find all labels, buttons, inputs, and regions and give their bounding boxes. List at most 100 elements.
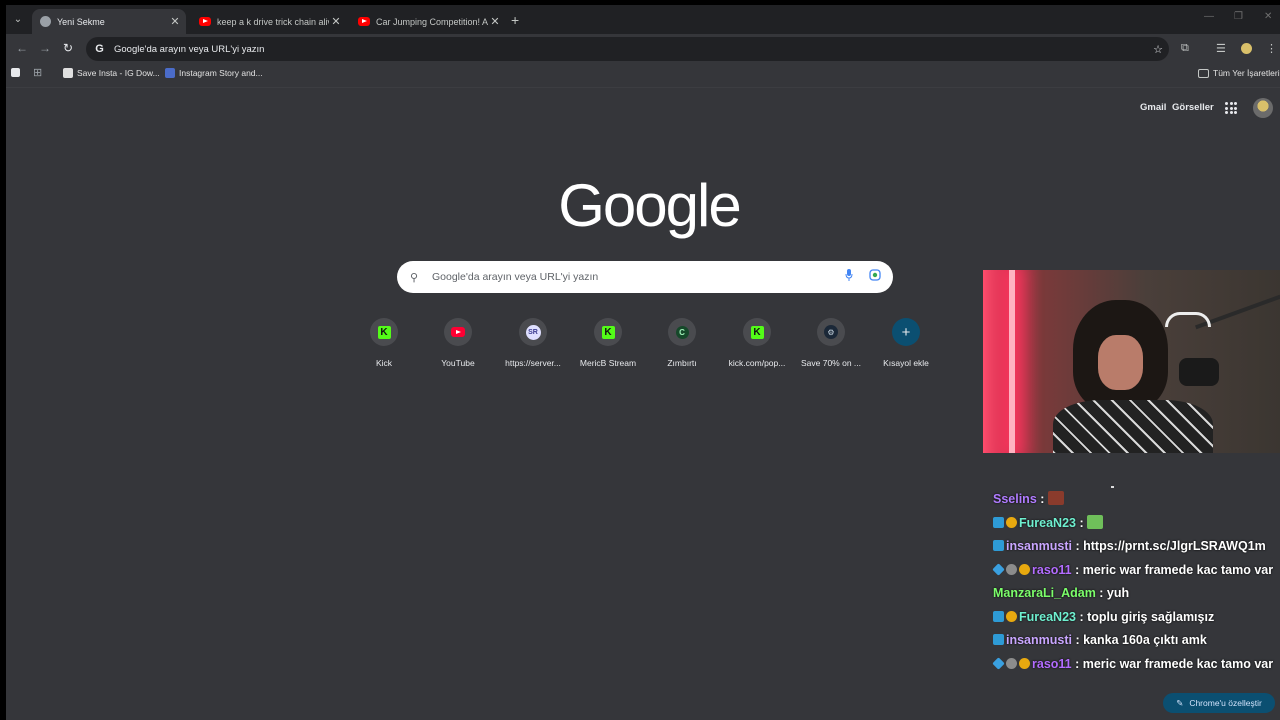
- shortcut-mericb-stream[interactable]: K MericB Stream: [571, 318, 645, 368]
- profile-icon[interactable]: [1241, 43, 1252, 54]
- shortcut-tile: K: [594, 318, 622, 346]
- chat-message: raso11 : meric war framede kac tamo var: [992, 560, 1280, 580]
- bookmark-favicon: [63, 68, 73, 78]
- media-controls-icon[interactable]: ☰: [1216, 42, 1226, 55]
- shortcut-youtube[interactable]: YouTube: [421, 318, 495, 368]
- search-box[interactable]: ⚲ Google'da arayın veya URL'yi yazın: [397, 261, 893, 293]
- chat-separator: :: [1072, 633, 1084, 647]
- chat-message: insanmusti : kanka 160a çıktı amk: [993, 630, 1280, 650]
- new-tab-button[interactable]: +: [511, 12, 519, 28]
- window-close-icon[interactable]: ✕: [1264, 11, 1272, 22]
- bookmark-star-icon[interactable]: ☆: [1153, 43, 1163, 56]
- gear-badge-icon: [1006, 563, 1017, 575]
- shortcut-tile: K: [743, 318, 771, 346]
- all-bookmarks-button[interactable]: Tüm Yer İşaretleri: [1198, 68, 1280, 78]
- chat-username: insanmusti: [1006, 633, 1072, 647]
- blue-badge-icon: [993, 634, 1004, 645]
- shortcut-label: Save 70% on ...: [800, 358, 861, 368]
- chat-username: insanmusti: [1006, 539, 1072, 553]
- shortcut-label: YouTube: [441, 358, 475, 368]
- avatar[interactable]: [1253, 98, 1273, 118]
- youtube-icon: [451, 327, 465, 337]
- tab-youtube-2[interactable]: Car Jumping Competition! Ang ✕: [350, 9, 506, 34]
- chat-text: https://prnt.sc/JlgrLSRAWQ1m: [1083, 539, 1266, 553]
- gmail-link[interactable]: Gmail: [1140, 102, 1166, 113]
- chat-separator: :: [1071, 562, 1083, 577]
- maximize-icon[interactable]: ❐: [1234, 11, 1243, 22]
- emote-icon: [1047, 491, 1064, 505]
- youtube-icon: [358, 17, 370, 26]
- gear-badge-icon: [1006, 657, 1017, 669]
- shortcut-zimbirti[interactable]: C Zımbırtı: [645, 318, 719, 368]
- folder-icon: [1198, 68, 1209, 78]
- chat-message: FureaN23 :: [993, 513, 1280, 533]
- gold-badge-icon: [1006, 516, 1017, 528]
- chat-separator: :: [1072, 539, 1084, 553]
- omnibox[interactable]: G Google'da arayın veya URL'yi yazın ☆: [86, 37, 1169, 61]
- bookmarks-bar: ⊞ Save Insta - IG Dow... Instagram Story…: [6, 64, 1280, 88]
- tab-new-tab[interactable]: Yeni Sekme ✕: [32, 9, 186, 34]
- tab-title: Car Jumping Competition! Ang: [376, 16, 488, 27]
- google-lens-icon[interactable]: [869, 268, 881, 286]
- chrome-icon: [40, 16, 51, 27]
- kick-icon: K: [601, 325, 615, 339]
- google-apps-icon[interactable]: [1225, 102, 1237, 114]
- shortcut-kick[interactable]: K Kick: [347, 318, 421, 368]
- cube-badge-icon: [992, 562, 1005, 576]
- kick-icon: K: [377, 325, 391, 339]
- shortcut-steam[interactable]: ⚙ Save 70% on ...: [794, 318, 868, 368]
- google-icon: G: [95, 43, 104, 55]
- shortcut-label: https://server...: [505, 358, 561, 368]
- cube-badge-icon: [992, 656, 1005, 670]
- toolbar: ← → ↻ G Google'da arayın veya URL'yi yaz…: [6, 34, 1280, 64]
- chat-separator: :: [1095, 586, 1107, 600]
- images-link[interactable]: Görseller: [1172, 102, 1214, 113]
- youtube-icon: [199, 17, 211, 26]
- gold-badge-icon: [1019, 657, 1030, 669]
- menu-icon[interactable]: ⋮: [1266, 42, 1277, 55]
- tab-title: Yeni Sekme: [57, 16, 105, 27]
- close-icon[interactable]: ✕: [488, 15, 502, 28]
- reload-icon[interactable]: ↻: [63, 41, 73, 55]
- c-icon: C: [675, 325, 689, 339]
- tab-title: keep a k drive trick chain alive: [217, 16, 329, 27]
- extensions-icon[interactable]: ⧉: [1181, 42, 1189, 55]
- bookmark-folder-icon[interactable]: [11, 68, 20, 77]
- chat-username: FureaN23: [1019, 515, 1076, 530]
- shortcut-server[interactable]: SR https://server...: [496, 318, 570, 368]
- chat-username: ManzaraLi_Adam: [993, 586, 1096, 600]
- tab-youtube-1[interactable]: keep a k drive trick chain alive ✕: [191, 9, 347, 34]
- close-icon[interactable]: ✕: [329, 15, 343, 28]
- browser-window: ⌄ Yeni Sekme ✕ keep a k drive trick chai…: [6, 5, 1280, 720]
- back-icon[interactable]: ←: [16, 41, 28, 55]
- chat-username: raso11: [1032, 656, 1072, 671]
- mic-icon[interactable]: [845, 268, 855, 286]
- bookmark-favicon: [165, 68, 175, 78]
- chat-overlay: Sselins : FureaN23 : insanmusti : https:…: [992, 486, 1280, 677]
- chat-message: raso11 : meric war framede kac tamo var: [992, 654, 1280, 674]
- minimize-icon[interactable]: —: [1204, 11, 1214, 22]
- blue-badge-icon: [993, 610, 1004, 622]
- apps-grid-icon[interactable]: ⊞: [33, 66, 42, 79]
- plus-icon: +: [901, 323, 911, 341]
- shortcut-label: kick.com/pop...: [728, 358, 786, 368]
- chat-separator: :: [1071, 656, 1083, 671]
- chat-separator: :: [1075, 515, 1088, 530]
- omnibox-text[interactable]: Google'da arayın veya URL'yi yazın: [114, 44, 1153, 55]
- search-icon: ⚲: [410, 271, 419, 284]
- shortcut-add[interactable]: + Kısayol ekle: [869, 318, 943, 368]
- forward-icon[interactable]: →: [39, 41, 51, 55]
- customize-chrome-button[interactable]: ✎ Chrome'u özelleştir: [1163, 693, 1275, 713]
- bookmark-save-insta[interactable]: Save Insta - IG Dow...: [63, 68, 160, 78]
- gold-badge-icon: [1019, 563, 1030, 575]
- chat-separator: :: [1036, 492, 1048, 506]
- shortcut-kick-pop[interactable]: K kick.com/pop...: [720, 318, 794, 368]
- chat-message: Sselins :: [993, 489, 1280, 509]
- search-input[interactable]: Google'da arayın veya URL'yi yazın: [432, 271, 845, 283]
- close-icon[interactable]: ✕: [168, 15, 182, 28]
- pencil-icon: ✎: [1176, 697, 1184, 708]
- chat-username: Sselins: [993, 492, 1037, 506]
- tab-search-icon[interactable]: ⌄: [10, 11, 26, 27]
- steam-icon: ⚙: [824, 325, 838, 339]
- bookmark-instagram-story[interactable]: Instagram Story and...: [165, 68, 263, 78]
